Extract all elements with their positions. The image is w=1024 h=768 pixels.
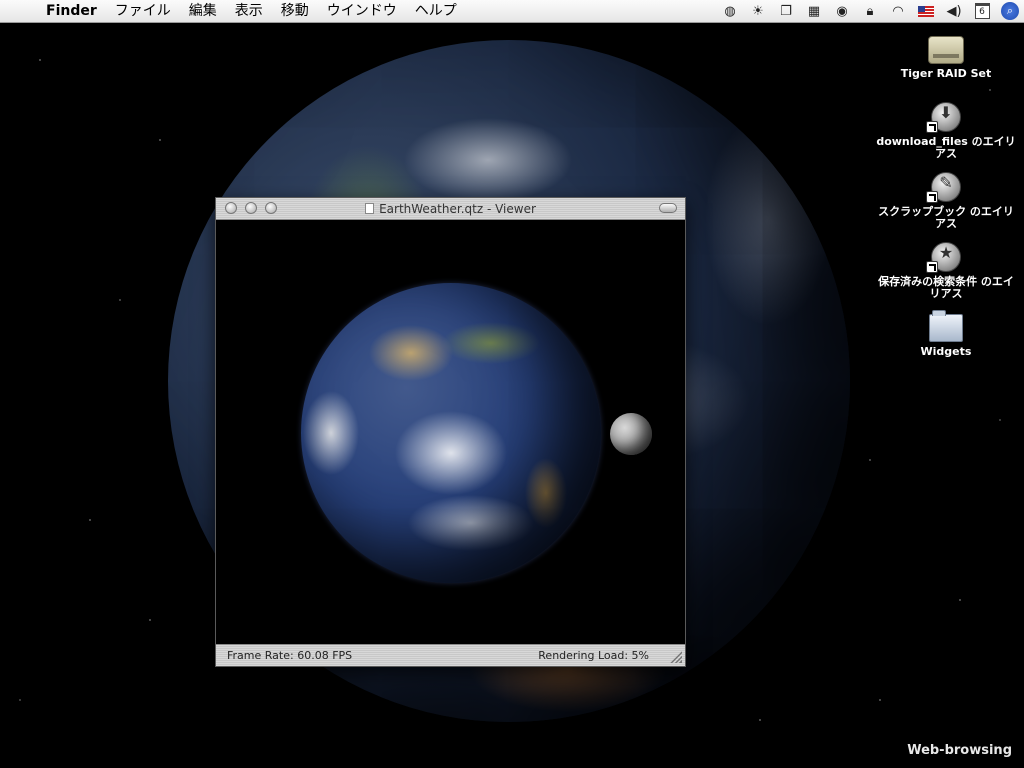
menu-edit[interactable]: 編集 — [180, 0, 226, 22]
menu-finder[interactable]: Finder — [40, 0, 106, 22]
spotlight-icon[interactable]: ⌕ — [996, 0, 1024, 22]
input-flag-icon[interactable] — [912, 0, 940, 22]
rendering-load: Rendering Load: 5% — [538, 649, 649, 662]
frame-rate: Frame Rate: 60.08 FPS — [227, 649, 352, 662]
lock-icon[interactable]: 🔒︎ — [856, 0, 884, 22]
volume-icon[interactable]: ◀) — [940, 0, 968, 22]
menu-bar: Finder ファイル 編集 表示 移動 ウインドウ ヘルプ ◍ ☀ ❐ ▦ ◉… — [0, 0, 1024, 23]
sync-icon[interactable]: ◉ — [828, 0, 856, 22]
menu-help[interactable]: ヘルプ — [406, 0, 466, 22]
filmstrip-icon[interactable]: ▦ — [800, 0, 828, 22]
composition-canvas[interactable] — [216, 220, 685, 644]
window-titlebar[interactable]: EarthWeather.qtz - Viewer — [216, 198, 685, 220]
download-alias-icon: ⬇ — [926, 102, 961, 133]
frame-rate-label: Frame Rate: — [227, 649, 294, 662]
menu-go[interactable]: 移動 — [272, 0, 318, 22]
scrapbook-alias-icon: ✎ — [926, 172, 961, 203]
desktop-icon-label: スクラップブック のエイリアス — [878, 205, 1014, 230]
wifi-icon[interactable]: ◠ — [884, 0, 912, 22]
folder-icon — [929, 310, 963, 342]
close-button[interactable] — [225, 202, 237, 214]
minimize-button[interactable] — [245, 202, 257, 214]
window-title: EarthWeather.qtz - Viewer — [379, 201, 536, 216]
document-proxy-icon[interactable] — [365, 203, 375, 214]
rendering-load-label: Rendering Load: — [538, 649, 629, 662]
time-machine-icon[interactable]: ☀ — [744, 0, 772, 22]
desktop-icon-label: 保存済みの検索条件 のエイリアス — [878, 275, 1014, 300]
zoom-button[interactable] — [265, 202, 277, 214]
saved-search-alias-icon: ★ — [926, 242, 961, 273]
desktop-icon-saved-search-alias[interactable]: ★ 保存済みの検索条件 のエイリアス — [876, 242, 1016, 300]
desktop-text-label: Web-browsing — [907, 743, 1012, 758]
frame-rate-value: 60.08 FPS — [297, 649, 353, 662]
desktop-icon-label: Widgets — [920, 345, 972, 358]
desktop-icon-label: Tiger RAID Set — [900, 67, 992, 80]
moon-render — [610, 413, 652, 455]
menu-extras: ◍ ☀ ❐ ▦ ◉ 🔒︎ ◠ ◀) 6 ⌕ — [716, 0, 1024, 22]
hard-drive-icon — [928, 36, 964, 64]
menu-file[interactable]: ファイル — [106, 0, 180, 22]
resize-grip-icon[interactable] — [669, 650, 682, 663]
status-bar: Frame Rate: 60.08 FPS Rendering Load: 5% — [216, 644, 685, 666]
network-globe-icon[interactable]: ◍ — [716, 0, 744, 22]
desktop-icon-download-files-alias[interactable]: ⬇ download_files のエイリアス — [876, 102, 1016, 160]
desktop-icon-tiger-raid-set[interactable]: Tiger RAID Set — [876, 30, 1016, 80]
viewer-window: EarthWeather.qtz - Viewer Frame Rate: 60… — [215, 197, 686, 667]
desktop-icon-label: download_files のエイリアス — [876, 135, 1016, 160]
menu-view[interactable]: 表示 — [226, 0, 272, 22]
desktop-icon-widgets[interactable]: Widgets — [876, 308, 1016, 358]
calendar-icon[interactable]: 6 — [968, 0, 996, 22]
rendering-load-value: 5% — [631, 649, 649, 662]
menu-window[interactable]: ウインドウ — [318, 0, 406, 22]
desktop-icon-scrapbook-alias[interactable]: ✎ スクラップブック のエイリアス — [876, 172, 1016, 230]
earth-render — [301, 283, 601, 583]
spaces-icon[interactable]: ❐ — [772, 0, 800, 22]
toolbar-toggle-button[interactable] — [659, 203, 677, 213]
